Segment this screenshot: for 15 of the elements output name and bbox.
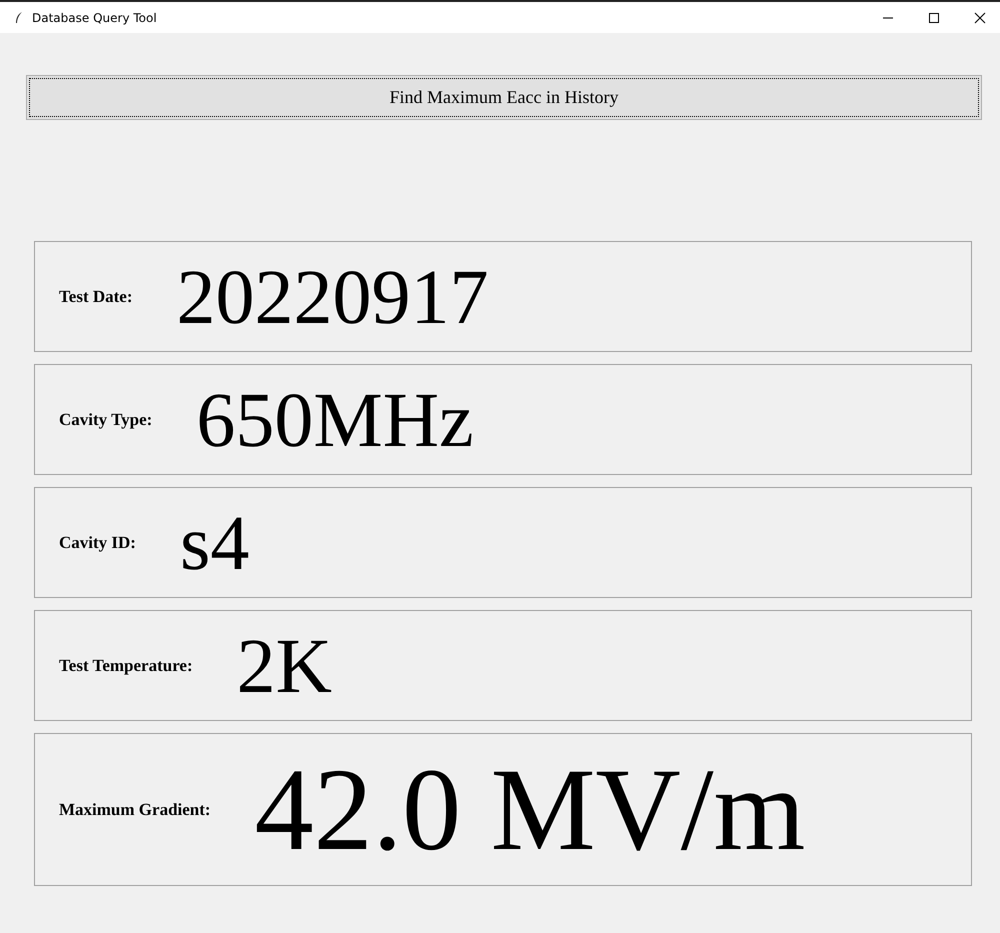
field-label: Cavity ID: — [59, 532, 136, 552]
field-label: Maximum Gradient: — [59, 800, 211, 820]
close-icon[interactable] — [974, 12, 986, 24]
find-maximum-button[interactable]: Find Maximum Eacc in History — [26, 75, 982, 120]
window-title: Database Query Tool — [32, 10, 157, 24]
field-label: Test Temperature: — [59, 656, 193, 676]
field-label: Test Date: — [59, 286, 132, 306]
field-label: Cavity Type: — [59, 410, 152, 430]
field-value: 20220917 — [176, 258, 488, 336]
field-value: 650MHz — [196, 380, 474, 458]
field-value: s4 — [180, 504, 250, 582]
field-value: 2K — [236, 626, 332, 704]
feather-icon — [14, 10, 24, 24]
maximize-icon[interactable] — [928, 12, 940, 24]
field-value: 42.0 MV/m — [254, 750, 806, 868]
